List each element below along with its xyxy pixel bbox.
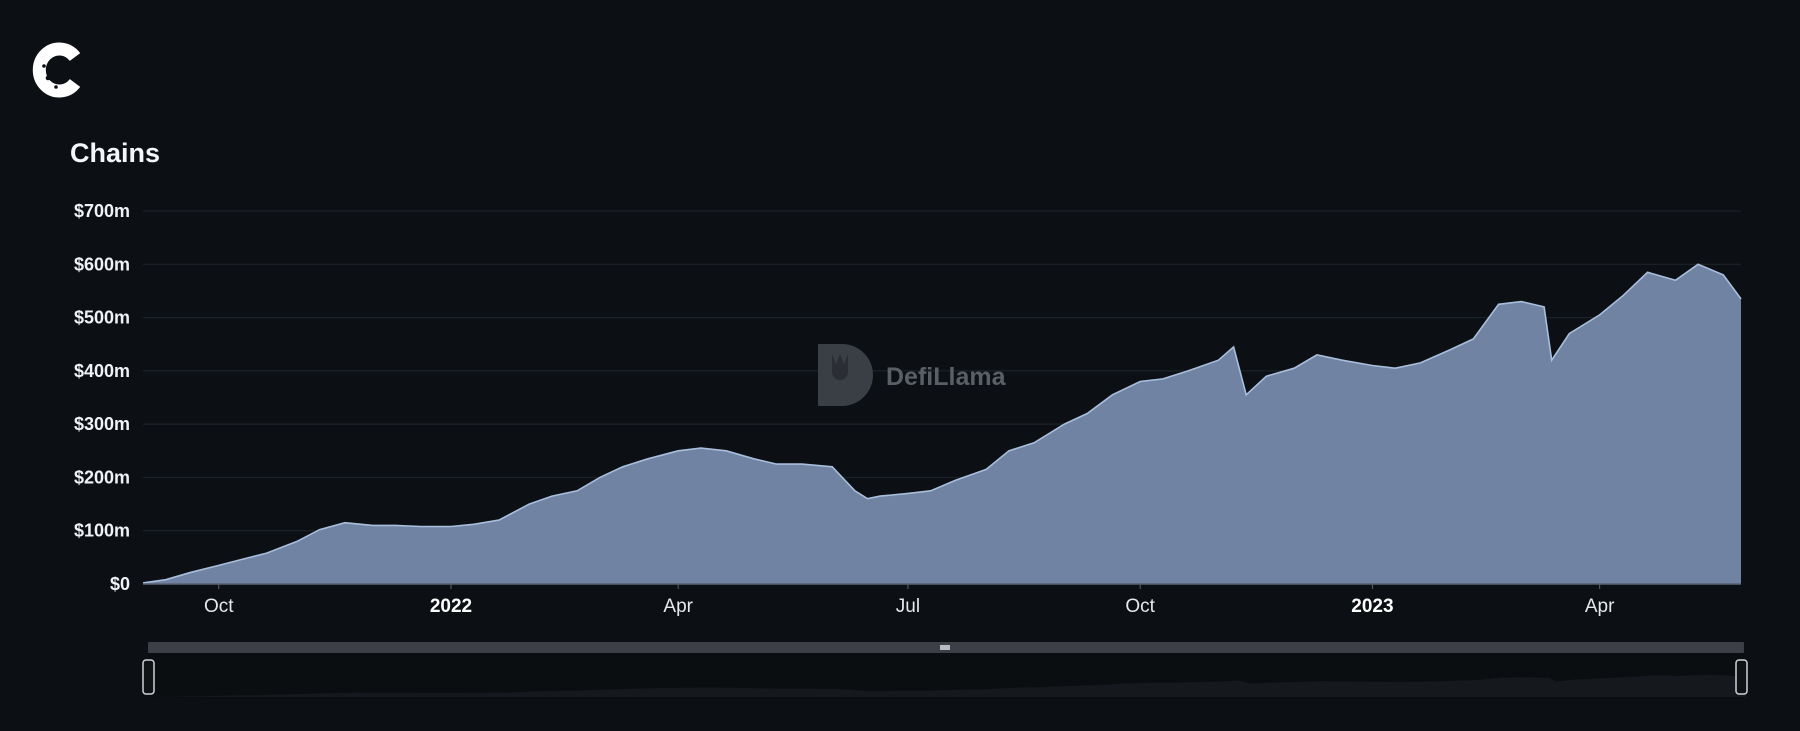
- y-axis: $0 $100m $200m $300m $400m $500m $600m $700m: [74, 201, 130, 594]
- watermark: DefiLlama: [818, 344, 1007, 406]
- y-tick-label: $200m: [74, 467, 130, 487]
- x-tick-label: Oct: [204, 596, 234, 617]
- y-tick-label: $700m: [74, 201, 130, 221]
- slider-handle-top[interactable]: [940, 645, 950, 650]
- y-tick-label: $100m: [74, 521, 130, 541]
- slider-handle-right[interactable]: [1735, 659, 1748, 695]
- x-tick-label: 2023: [1351, 596, 1393, 617]
- y-tick-label: $500m: [74, 308, 130, 328]
- x-axis: Oct 2022 Apr Jul Oct 2023 Apr: [204, 584, 1615, 617]
- x-tick-label: Oct: [1125, 596, 1155, 617]
- y-tick-label: $400m: [74, 361, 130, 381]
- y-tick-label: $600m: [74, 254, 130, 274]
- chart: DefiLlama $0 $100m $200m $300m $400m $500m $60…: [74, 201, 1748, 698]
- x-tick-label: Apr: [663, 596, 693, 617]
- y-tick-label: $300m: [74, 414, 130, 434]
- llama-icon: [818, 344, 873, 406]
- x-tick-label: Apr: [1585, 596, 1615, 617]
- x-tick-label: Jul: [896, 596, 920, 617]
- y-tick-label: $0: [110, 574, 130, 594]
- watermark-text: DefiLlama: [886, 363, 1007, 391]
- slider-handle-left[interactable]: [142, 659, 155, 695]
- range-slider[interactable]: [142, 642, 1748, 698]
- x-tick-label: 2022: [430, 596, 472, 617]
